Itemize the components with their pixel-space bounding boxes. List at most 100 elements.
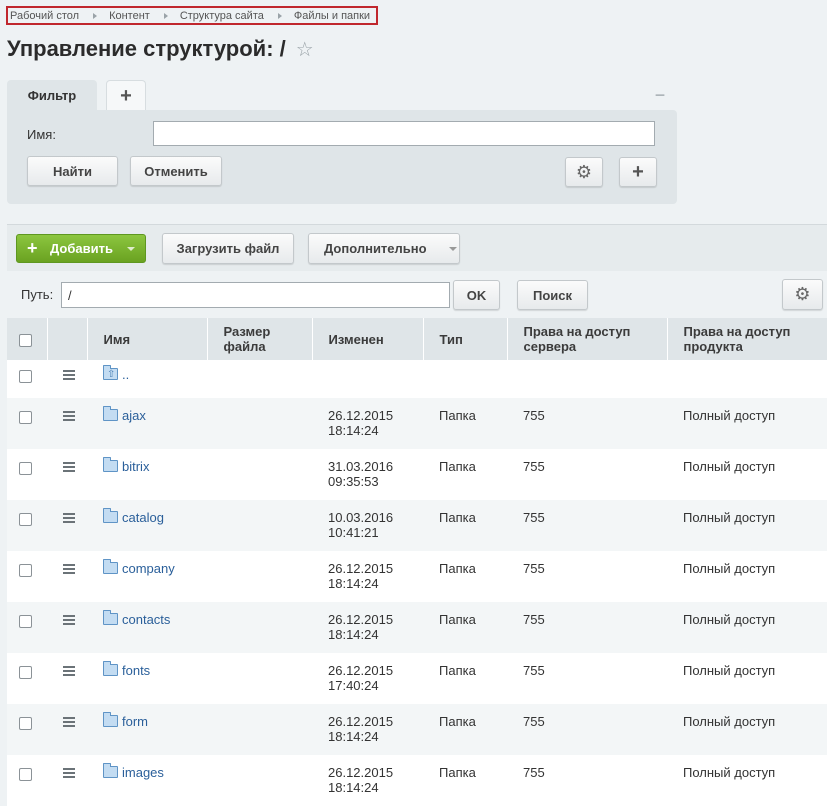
folder-name-link[interactable]: catalog	[122, 510, 164, 525]
name-filter-input[interactable]	[153, 121, 655, 146]
folder-icon	[103, 406, 118, 421]
row-menu-icon[interactable]	[63, 411, 75, 421]
folder-name-link[interactable]: bitrix	[122, 459, 149, 474]
upload-file-button[interactable]: Загрузить файл	[162, 233, 294, 264]
breadcrumb-item-site-structure[interactable]: Структура сайта	[180, 10, 264, 22]
file-size-cell	[207, 398, 312, 449]
add-filter-tab-button[interactable]: +	[106, 80, 146, 111]
more-actions-label: Дополнительно	[324, 241, 427, 256]
folder-icon	[103, 457, 118, 472]
breadcrumb-arrow-icon	[277, 12, 282, 19]
breadcrumb-item-desktop[interactable]: Рабочий стол	[10, 10, 79, 22]
row-menu-icon[interactable]	[63, 717, 75, 727]
find-button[interactable]: Найти	[27, 156, 118, 186]
file-table: Имя Размер файла Изменен Тип Права на до…	[7, 318, 827, 806]
row-checkbox[interactable]	[19, 461, 32, 475]
table-row-parent[interactable]: ..	[7, 360, 827, 398]
add-button-label: Добавить	[50, 241, 113, 256]
row-menu-icon[interactable]	[63, 370, 75, 380]
select-all-checkbox[interactable]	[19, 333, 32, 347]
product-rights-cell: Полный доступ	[667, 449, 827, 500]
table-row[interactable]: company 26.12.2015 18:14:24 Папка 755 Полный …	[7, 551, 827, 602]
star-icon[interactable]: ☆	[296, 37, 314, 62]
file-size-cell	[207, 653, 312, 704]
cancel-button[interactable]: Отменить	[130, 156, 222, 186]
row-checkbox[interactable]	[19, 767, 32, 781]
row-checkbox[interactable]	[19, 614, 32, 628]
table-row[interactable]: fonts 26.12.2015 17:40:24 Папка 755 Полный до…	[7, 653, 827, 704]
row-checkbox[interactable]	[19, 369, 32, 383]
more-actions-button[interactable]: Дополнительно	[308, 233, 460, 264]
folder-name-link[interactable]: contacts	[122, 612, 170, 627]
folder-name-link[interactable]: ajax	[122, 408, 146, 423]
search-button[interactable]: Поиск	[517, 280, 588, 310]
table-row[interactable]: contacts 26.12.2015 18:14:24 Папка 755 Полный…	[7, 602, 827, 653]
folder-name-link[interactable]: company	[122, 561, 175, 576]
parent-folder-link[interactable]: ..	[122, 367, 129, 382]
type-cell: Папка	[423, 551, 507, 602]
table-settings-button[interactable]: ⚙	[782, 279, 823, 310]
table-row[interactable]: catalog 10.03.2016 10:41:21 Папка 755 Полный …	[7, 500, 827, 551]
modified-cell: 26.12.2015 18:14:24	[312, 704, 423, 755]
type-cell: Папка	[423, 602, 507, 653]
table-row[interactable]: images 26.12.2015 18:14:24 Папка 755 Полный д…	[7, 755, 827, 806]
server-rights-cell: 755	[507, 755, 667, 806]
folder-name-link[interactable]: images	[122, 765, 164, 780]
server-rights-cell: 755	[507, 704, 667, 755]
table-header-row: Имя Размер файла Изменен Тип Права на до…	[7, 318, 827, 360]
table-row[interactable]: bitrix 31.03.2016 09:35:53 Папка 755 Полный д…	[7, 449, 827, 500]
path-ok-button[interactable]: OK	[453, 280, 500, 310]
table-row[interactable]: ajax 26.12.2015 18:14:24 Папка 755 Полный дос…	[7, 398, 827, 449]
breadcrumb-item-files-folders[interactable]: Файлы и папки	[294, 10, 370, 22]
product-rights-cell: Полный доступ	[667, 755, 827, 806]
modified-cell: 26.12.2015 18:14:24	[312, 602, 423, 653]
modified-time: 09:35:53	[328, 474, 379, 489]
row-checkbox[interactable]	[19, 665, 32, 679]
row-checkbox[interactable]	[19, 512, 32, 526]
type-cell: Папка	[423, 653, 507, 704]
breadcrumb-item-content[interactable]: Контент	[109, 10, 150, 22]
chevron-down-icon[interactable]	[127, 246, 135, 251]
type-cell: Папка	[423, 704, 507, 755]
add-button[interactable]: + Добавить	[16, 234, 146, 263]
modified-time: 17:40:24	[328, 678, 379, 693]
column-header-product-rights[interactable]: Права на доступ продукта	[667, 318, 827, 360]
modified-cell: 26.12.2015 18:14:24	[312, 755, 423, 806]
row-checkbox[interactable]	[19, 410, 32, 424]
folder-name-link[interactable]: fonts	[122, 663, 150, 678]
row-menu-icon[interactable]	[63, 768, 75, 778]
row-menu-icon[interactable]	[63, 462, 75, 472]
row-checkbox[interactable]	[19, 716, 32, 730]
row-menu-icon[interactable]	[63, 615, 75, 625]
modified-time: 18:14:24	[328, 780, 379, 795]
column-header-name[interactable]: Имя	[87, 318, 208, 360]
column-header-server-rights[interactable]: Права на доступ сервера	[507, 318, 668, 360]
filter-settings-button[interactable]: ⚙	[565, 157, 603, 187]
tab-filter[interactable]: Фильтр	[7, 80, 97, 111]
row-menu-icon[interactable]	[63, 564, 75, 574]
row-menu-icon[interactable]	[63, 666, 75, 676]
path-input[interactable]: /	[61, 282, 450, 308]
product-rights-cell: Полный доступ	[667, 398, 827, 449]
column-header-type[interactable]: Тип	[423, 318, 508, 360]
add-filter-field-button[interactable]: +	[619, 157, 657, 187]
modified-date: 10.03.2016	[328, 510, 394, 525]
column-header-size[interactable]: Размер файла	[207, 318, 313, 360]
column-header-modified[interactable]: Изменен	[312, 318, 424, 360]
row-menu-icon[interactable]	[63, 513, 75, 523]
collapse-filter-icon[interactable]: −	[652, 86, 668, 104]
modified-date: 26.12.2015	[328, 765, 394, 780]
chevron-down-icon	[448, 246, 457, 251]
row-checkbox[interactable]	[19, 563, 32, 577]
folder-name-link[interactable]: form	[122, 714, 148, 729]
filter-panel: Имя: Найти Отменить ⚙ +	[7, 110, 677, 204]
header-actions	[47, 318, 88, 360]
table-row[interactable]: form 26.12.2015 18:14:24 Папка 755 Полный дос…	[7, 704, 827, 755]
server-rights-cell: 755	[507, 551, 667, 602]
server-rights-cell: 755	[507, 398, 667, 449]
server-rights-cell: 755	[507, 449, 667, 500]
path-bar: Путь: / OK Поиск ⚙	[7, 271, 827, 318]
modified-time: 18:14:24	[328, 576, 379, 591]
modified-cell: 10.03.2016 10:41:21	[312, 500, 423, 551]
type-cell: Папка	[423, 755, 507, 806]
